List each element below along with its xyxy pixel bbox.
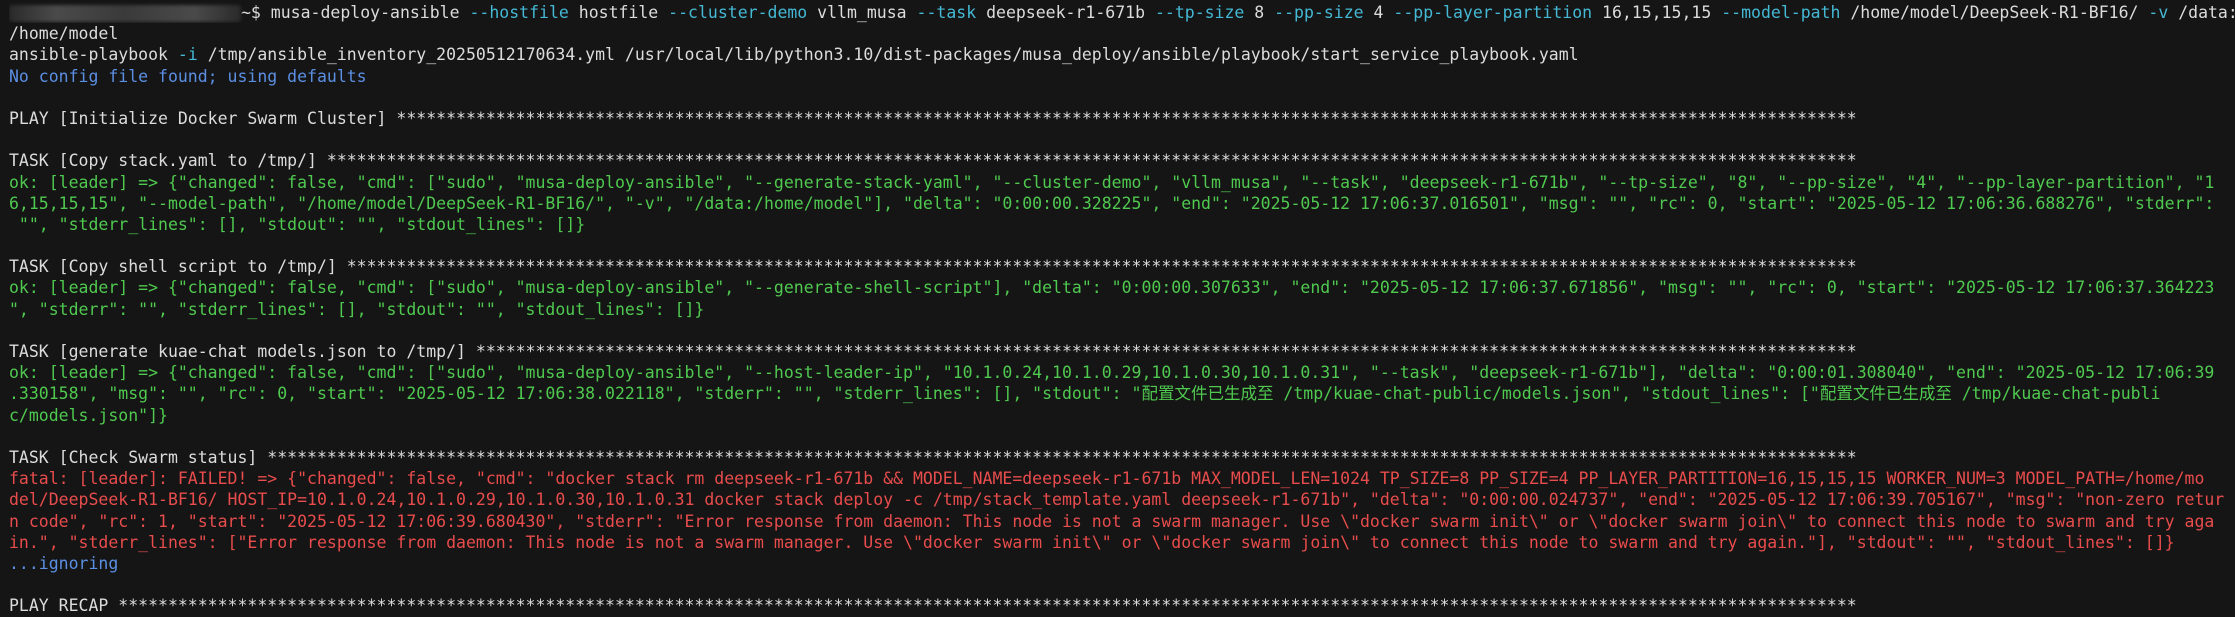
terminal-text: /home/model bbox=[9, 24, 119, 44]
terminal-text: --pp-layer-partition bbox=[1393, 3, 1593, 22]
terminal-text: fatal: [leader]: FAILED! => {"changed": … bbox=[9, 469, 2205, 489]
terminal-line: in.", "stderr_lines": ["Error response f… bbox=[9, 532, 2235, 553]
terminal-text: del/DeepSeek-R1-BF16/ HOST_IP=10.1.0.24,… bbox=[9, 490, 2225, 510]
terminal-text: c/models.json"]} bbox=[9, 405, 168, 425]
terminal-text: hostfile bbox=[568, 3, 669, 22]
terminal-text: "", "stderr_lines": [], "stdout": "", "s… bbox=[9, 214, 586, 234]
terminal-line: No config file found; using defaults bbox=[9, 66, 2235, 87]
terminal-text: -v bbox=[2148, 3, 2169, 22]
terminal-text: ...ignoring bbox=[9, 553, 119, 573]
terminal-line: "", "stderr_lines": [], "stdout": "", "s… bbox=[9, 214, 2235, 235]
terminal-text: TASK [Copy shell script to /tmp/] ******… bbox=[9, 257, 1857, 277]
terminal-text: TASK [Check Swarm status] **************… bbox=[9, 447, 1857, 467]
terminal-line: TASK [Copy shell script to /tmp/] ******… bbox=[9, 256, 2235, 277]
terminal-line: ...ignoring bbox=[9, 553, 2235, 574]
terminal-line: c/models.json"]} bbox=[9, 405, 2235, 426]
terminal-text: No config file found; using defaults bbox=[9, 66, 367, 86]
terminal-line: /home/model bbox=[9, 23, 2235, 44]
terminal-line: ", "stderr": "", "stderr_lines": [], "st… bbox=[9, 299, 2235, 320]
terminal-text: --model-path bbox=[1721, 3, 1841, 22]
terminal-line: TASK [generate kuae-chat models.json to … bbox=[9, 341, 2235, 362]
terminal-text: PLAY [Initialize Docker Swarm Cluster] *… bbox=[9, 108, 1857, 128]
terminal-text: /home/model/DeepSeek-R1-BF16/ bbox=[1840, 3, 2149, 22]
terminal-text: ok: [leader] => {"changed": false, "cmd"… bbox=[9, 278, 2215, 298]
terminal-line: TASK [Copy stack.yaml to /tmp/] ********… bbox=[9, 150, 2235, 171]
terminal-line: PLAY [Initialize Docker Swarm Cluster] *… bbox=[9, 108, 2235, 129]
terminal-text: --cluster-demo bbox=[668, 3, 808, 22]
terminal-line: PLAY RECAP *****************************… bbox=[9, 595, 2235, 616]
terminal-text: TASK [generate kuae-chat models.json to … bbox=[9, 342, 1857, 361]
terminal-text: ", "stderr": "", "stderr_lines": [], "st… bbox=[9, 299, 705, 319]
terminal-text: 6,15,15,15", "--model-path", "/home/mode… bbox=[9, 193, 2215, 213]
terminal-line: ok: [leader] => {"changed": false, "cmd"… bbox=[9, 172, 2235, 193]
terminal-line: fatal: [leader]: FAILED! => {"changed": … bbox=[9, 468, 2235, 489]
terminal-text: ~$ musa-deploy-ansible bbox=[241, 3, 470, 22]
terminal-text: ok: [leader] => {"changed": false, "cmd"… bbox=[9, 172, 2215, 192]
terminal-text: 16,15,15,15 bbox=[1592, 3, 1722, 22]
terminal-text: /tmp/ansible_inventory_20250512170634.ym… bbox=[197, 45, 1579, 65]
terminal-text: PLAY RECAP *****************************… bbox=[9, 596, 1857, 616]
terminal-line: ~$ musa-deploy-ansible --hostfile hostfi… bbox=[9, 2, 2235, 23]
terminal-text: --hostfile bbox=[469, 3, 569, 22]
terminal-text: -i bbox=[177, 45, 198, 65]
terminal-text: 8 bbox=[1244, 3, 1275, 22]
terminal-line: TASK [Check Swarm status] **************… bbox=[9, 447, 2235, 468]
terminal-text: ok: [leader] => {"changed": false, "cmd"… bbox=[9, 363, 2215, 383]
terminal-line: n code", "rc": 1, "start": "2025-05-12 1… bbox=[9, 511, 2235, 532]
terminal-text: /data: bbox=[2168, 3, 2235, 22]
terminal-text: deepseek-r1-671b bbox=[976, 3, 1155, 22]
terminal-line: ok: [leader] => {"changed": false, "cmd"… bbox=[9, 362, 2235, 383]
terminal-text: 4 bbox=[1363, 3, 1394, 22]
terminal-text: TASK [Copy stack.yaml to /tmp/] ********… bbox=[9, 151, 1857, 171]
terminal-line: ok: [leader] => {"changed": false, "cmd"… bbox=[9, 277, 2235, 298]
terminal-text: n code", "rc": 1, "start": "2025-05-12 1… bbox=[9, 511, 2215, 531]
terminal-text: --pp-size bbox=[1274, 3, 1364, 22]
terminal-text: ansible-playbook bbox=[9, 45, 178, 65]
terminal-text: .330158", "msg": "", "rc": 0, "start": "… bbox=[9, 384, 2161, 404]
terminal-text: vllm_musa bbox=[807, 3, 917, 22]
terminal-line: del/DeepSeek-R1-BF16/ HOST_IP=10.1.0.24,… bbox=[9, 489, 2235, 510]
terminal-line: 6,15,15,15", "--model-path", "/home/mode… bbox=[9, 193, 2235, 214]
terminal-line: ansible-playbook -i /tmp/ansible_invento… bbox=[9, 44, 2235, 65]
terminal-text: in.", "stderr_lines": ["Error response f… bbox=[9, 532, 2175, 552]
redacted-prompt bbox=[9, 5, 241, 22]
terminal-text: --task bbox=[916, 3, 977, 22]
terminal-line: .330158", "msg": "", "rc": 0, "start": "… bbox=[9, 383, 2235, 404]
terminal-text: --tp-size bbox=[1154, 3, 1245, 22]
terminal-window[interactable]: ~$ musa-deploy-ansible --hostfile hostfi… bbox=[0, 0, 2235, 617]
